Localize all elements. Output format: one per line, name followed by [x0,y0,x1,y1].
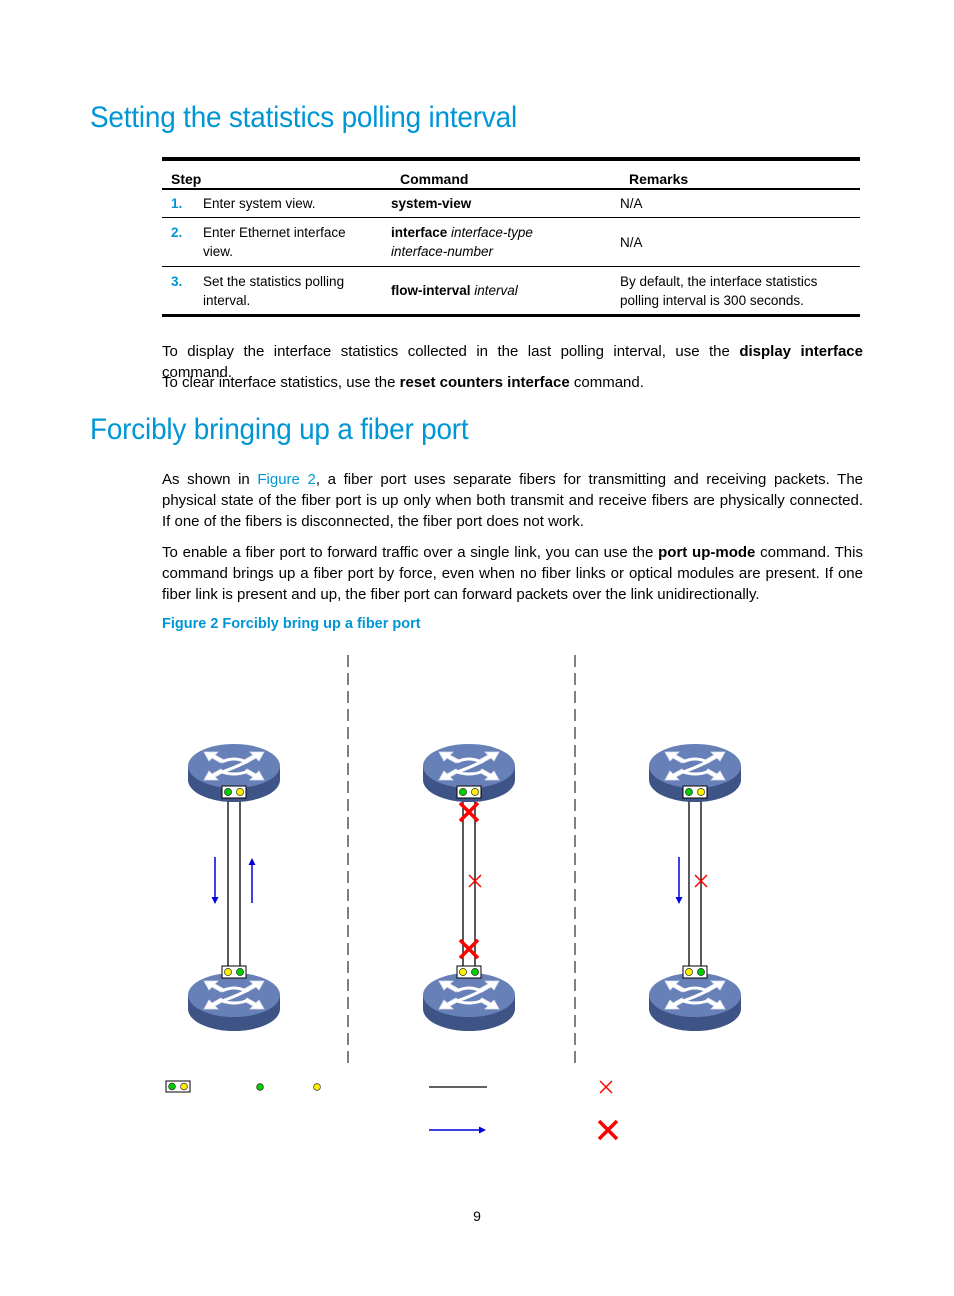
remarks-cell: By default, the interface statistics pol… [620,273,818,308]
transmit-port-icon [697,968,705,976]
step-number: 1. [171,196,183,211]
step-text: Set the statistics polling interval. [203,273,345,308]
fiber-port [221,965,247,979]
header-remarks: Remarks [620,157,860,190]
text: command. [569,374,644,391]
legend-fiber-port [165,1080,191,1093]
fiber-port [221,785,247,799]
command-keyword: interface [391,225,448,240]
remarks-cell: N/A [620,189,860,218]
switch-device-icon [186,971,282,1033]
figure-caption: Figure 2 Forcibly bring up a fiber port [162,616,421,632]
transmit-port-icon [471,968,479,976]
receive-port-icon [459,968,467,976]
paragraph-fiber-intro: As shown in Figure 2, a fiber port uses … [162,469,863,532]
text: To enable a fiber port to forward traffi… [162,544,659,561]
transmit-port-icon [168,1082,176,1091]
text: To clear interface statistics, use the [162,374,400,391]
step-number: 2. [171,225,183,240]
step-text: Enter Ethernet interface view. [203,225,346,259]
table-header-row: Step Command Remarks [162,157,860,190]
receive-port-icon [236,788,244,796]
remarks-cell: N/A [620,217,860,267]
switch-device-icon [421,971,517,1033]
fiber-port-figure [165,655,743,1141]
paragraph-reset-counters: To clear interface statistics, use the r… [162,372,863,393]
receive-port-icon [471,788,479,796]
receive-port-icon [180,1082,188,1091]
table-row: 3. Set the statistics polling interval. f… [162,266,860,317]
command-keyword: system-view [391,196,472,211]
step-text: Enter system view. [203,196,316,211]
receive-port-icon [685,968,693,976]
section-heading-polling-interval: Setting the statistics polling interval [90,101,517,134]
fiber-port [456,785,482,799]
steps-table: Step Command Remarks 1. Enter system view… [162,157,860,317]
transmit-port-icon [224,788,232,796]
table-row: 2. Enter Ethernet interface view. interfa… [162,217,860,267]
legend-receive-port-icon [313,1083,321,1091]
legend-no-module-icon [597,1119,619,1141]
traffic-arrowhead [675,897,683,904]
fiber-port [682,965,708,979]
text: As shown in [162,471,258,488]
command-name: display interface [739,343,863,360]
header-command: Command [391,157,620,190]
text: To display the interface statistics coll… [162,343,740,360]
switch-device-icon [647,971,743,1033]
fiber-port [682,785,708,799]
fiber-port [456,965,482,979]
header-step: Step [162,157,391,190]
command-name: reset counters interface [399,374,570,391]
command-keyword: flow-interval [391,283,471,298]
legend-traffic-arrowhead [479,1126,486,1134]
command-argument: interval [474,283,518,298]
receive-port-icon [697,788,705,796]
receive-port-icon [224,968,232,976]
figure-link[interactable]: Figure 2 [257,471,315,488]
transmit-port-icon [459,788,467,796]
page-number: 9 [473,1208,481,1224]
legend-fiber-disconnected-icon [599,1080,613,1094]
command-name: port up-mode [658,544,756,561]
figure-legend [165,1080,619,1141]
legend-transmit-port-icon [256,1083,264,1091]
paragraph-port-up-mode: To enable a fiber port to forward traffi… [162,542,863,605]
traffic-arrowhead [248,858,256,865]
section-heading-fiber-port: Forcibly bringing up a fiber port [90,413,469,446]
transmit-port-icon [236,968,244,976]
step-number: 3. [171,273,183,289]
table-row: 1. Enter system view. system-view N/A [162,189,860,218]
traffic-arrowhead [211,897,219,904]
document-page: Setting the statistics polling interval … [0,0,954,1296]
transmit-port-icon [685,788,693,796]
